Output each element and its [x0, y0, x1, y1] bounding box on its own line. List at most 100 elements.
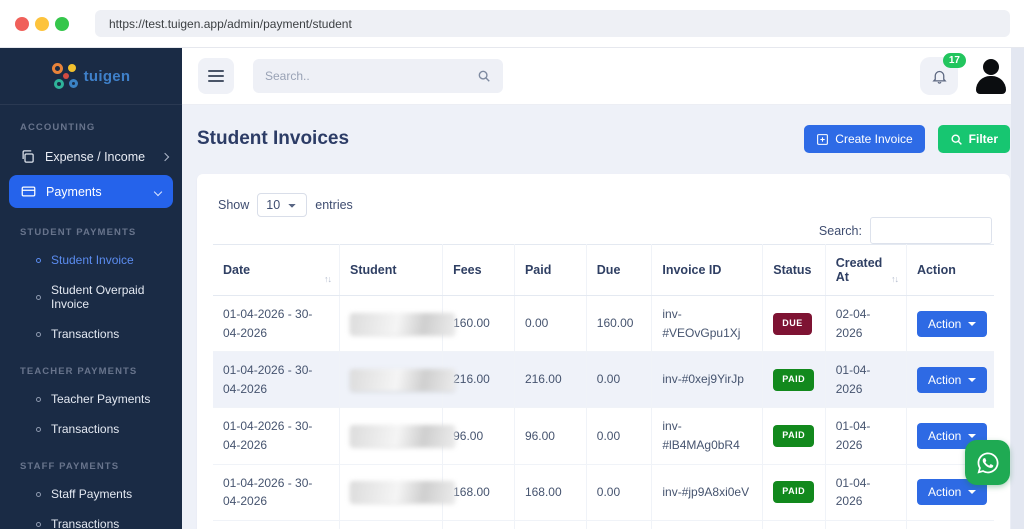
section-label-staff-payments: STAFF PAYMENTS — [20, 461, 120, 472]
maximize-window-button[interactable] — [55, 16, 69, 31]
sidebar-item-payments[interactable]: Payments — [9, 175, 173, 208]
action-label: Action — [927, 316, 962, 331]
status-cell: PAID — [762, 520, 826, 529]
bullet-icon — [36, 491, 41, 497]
sidebar-item-student-transactions[interactable]: Transactions — [0, 319, 182, 349]
column-header-fees: Fees — [442, 244, 515, 296]
student-name-redacted — [350, 481, 456, 504]
date-cell: 01-04-2026 - 30-04-2026 — [213, 464, 341, 521]
sidebar-item-staff-transactions[interactable]: Transactions — [0, 509, 182, 529]
whatsapp-icon — [977, 452, 998, 473]
search-icon — [478, 70, 490, 82]
student-name-redacted — [350, 368, 456, 391]
action-cell: Action — [906, 520, 994, 529]
tuigen-logo-icon — [51, 63, 78, 89]
global-search-input[interactable] — [265, 69, 477, 83]
caret-down-icon — [968, 433, 977, 438]
sidebar-item-label: Teacher Payments — [51, 392, 151, 406]
entries-label: entries — [315, 198, 353, 212]
close-window-button[interactable] — [15, 16, 29, 31]
bullet-icon — [36, 257, 41, 263]
paid-cell: 0.00 — [514, 295, 587, 353]
create-invoice-label: Create Invoice — [835, 132, 913, 146]
table-row: 01-04-2026 - 30-04-202680.0080.000.00inv… — [213, 520, 994, 529]
paid-cell: 216.00 — [514, 351, 587, 409]
topbar: 17 — [182, 48, 1024, 105]
paid-cell: 168.00 — [514, 464, 587, 521]
sort-icon[interactable]: ↑↓ — [891, 274, 899, 284]
invoices-table: Date ↑↓ Student Fees Paid Due Invoice ID Status… — [213, 244, 994, 529]
credit-card-icon — [21, 186, 36, 197]
sidebar-item-teacher-payments[interactable]: Teacher Payments — [0, 384, 182, 414]
action-cell: Action — [906, 295, 994, 353]
global-search — [253, 59, 503, 93]
date-cell: 01-04-2026 - 30-04-2026 — [213, 407, 341, 465]
invoices-card: Show 10 entries Search: Date ↑↓ Student … — [197, 174, 1010, 529]
sidebar-item-student-invoice[interactable]: Student Invoice — [0, 245, 182, 275]
window-controls — [15, 16, 69, 31]
action-label: Action — [927, 372, 962, 387]
due-cell: 0.00 — [586, 351, 653, 409]
student-cell — [339, 464, 456, 521]
sidebar-item-label: Transactions — [51, 422, 120, 436]
filter-button[interactable]: Filter — [937, 125, 1010, 153]
sidebar-item-teacher-transactions[interactable]: Transactions — [0, 414, 182, 444]
student-cell — [339, 520, 444, 529]
scrollbar-track[interactable] — [1011, 48, 1024, 529]
column-header-paid: Paid — [514, 244, 587, 296]
status-cell: DUE — [762, 295, 826, 353]
invoice-id-cell: inv-#VEOvGpu1Xj — [651, 295, 764, 353]
invoice-id-cell: inv-#jp9A8xi0eV — [651, 464, 764, 521]
column-header-invoice-id: Invoice ID — [651, 244, 764, 296]
student-cell — [339, 407, 456, 465]
logo[interactable]: tuigen — [0, 48, 182, 105]
student-name-redacted — [350, 312, 456, 335]
sort-icon[interactable]: ↑↓ — [324, 274, 332, 284]
row-action-button[interactable]: Action — [916, 366, 988, 393]
column-header-student: Student — [339, 244, 444, 296]
create-invoice-button[interactable]: Create Invoice — [804, 125, 925, 153]
table-search-input[interactable] — [870, 217, 992, 244]
action-label: Action — [927, 485, 962, 500]
status-badge: DUE — [773, 312, 812, 335]
created-at-cell: 01-04-2026 — [825, 407, 907, 465]
column-header-date[interactable]: Date ↑↓ — [213, 244, 341, 296]
bullet-icon — [36, 426, 41, 432]
page-size-select[interactable]: 10 — [257, 193, 308, 217]
caret-down-icon — [968, 321, 977, 326]
paid-cell: 80.00 — [514, 520, 587, 529]
user-avatar[interactable] — [972, 57, 1010, 95]
page-title: Student Invoices — [197, 128, 350, 149]
minimize-window-button[interactable] — [35, 16, 49, 31]
sidebar-item-label: Student Overpaid Invoice — [51, 283, 145, 311]
sidebar: tuigen ACCOUNTING Expense / Income Payme… — [0, 48, 182, 529]
due-cell: 0.00 — [586, 464, 653, 521]
table-row: 01-04-2026 - 30-04-2026 216.00 216.00 0.00 i… — [213, 351, 994, 409]
address-bar[interactable]: https://test.tuigen.app/admin/payment/st… — [95, 10, 1010, 37]
column-header-created-at[interactable]: Created At ↑↓ — [825, 244, 907, 296]
search-icon — [951, 133, 962, 145]
due-cell: 160.00 — [586, 295, 653, 353]
date-cell: 01-04-2026 - 30-04-2026 — [213, 351, 341, 409]
hamburger-menu-button[interactable] — [198, 58, 234, 94]
date-cell: 01-04-2026 - 30-04-2026 — [213, 295, 341, 353]
invoice-id-cell: inv-#ZHrX8IWbDs — [651, 520, 764, 529]
student-name-redacted — [350, 424, 456, 447]
table-row: 01-04-2026 - 30-04-2026 96.00 96.00 0.00 inv… — [213, 407, 994, 465]
table-search-label: Search: — [818, 223, 862, 238]
notifications-button[interactable]: 17 — [920, 53, 966, 95]
sidebar-item-label: Transactions — [51, 327, 120, 341]
column-header-due: Due — [586, 244, 653, 296]
due-cell: 0.00 — [586, 520, 653, 529]
sidebar-item-student-overpaid-invoice[interactable]: Student Overpaid Invoice — [0, 275, 182, 319]
created-at-cell: 01-04-2026 — [825, 520, 907, 529]
sidebar-item-staff-payments[interactable]: Staff Payments — [0, 479, 182, 509]
whatsapp-button[interactable] — [965, 440, 1010, 485]
sidebar-item-label: Student Invoice — [51, 253, 134, 267]
main-content: Student Invoices Create Invoice Filter S… — [182, 105, 1024, 529]
row-action-button[interactable]: Action — [916, 310, 988, 337]
sidebar-item-expense-income[interactable]: Expense / Income — [0, 140, 182, 173]
sidebar-item-label: Transactions — [51, 517, 120, 529]
student-cell — [339, 351, 456, 409]
created-at-cell: 01-04-2026 — [825, 351, 907, 409]
